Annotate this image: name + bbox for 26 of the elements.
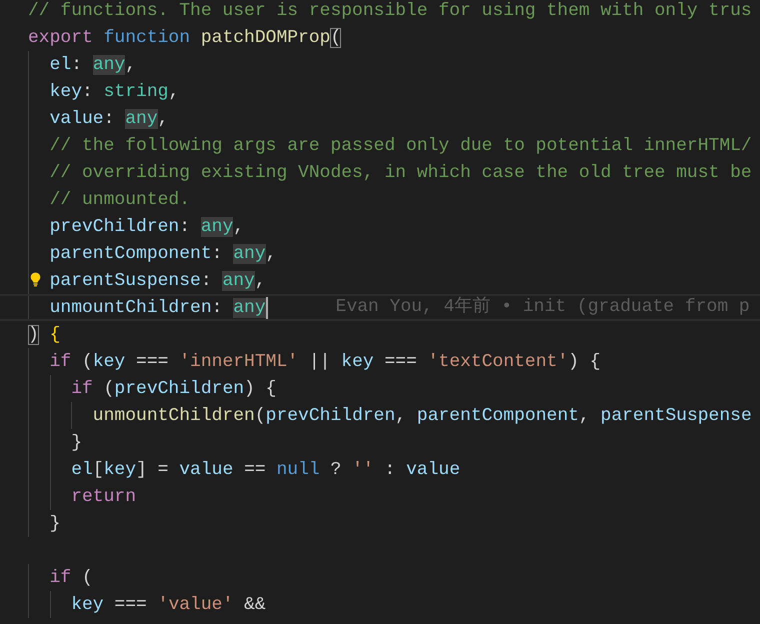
code-line: } (70, 432, 82, 454)
code-line: prevChildren: any, (48, 216, 244, 238)
code-line: el[key] = value == null ? '' : value (70, 458, 460, 482)
code-line: el: any, (48, 54, 136, 76)
code-line: if ( (48, 566, 93, 590)
code-line: // unmounted. (48, 188, 190, 212)
code-line: } (48, 512, 60, 536)
lightbulb-icon[interactable] (30, 272, 41, 287)
code-line: unmountChildren(prevChildren, parentComponent, parentSuspense (92, 404, 752, 428)
text-cursor (266, 296, 268, 318)
blame-annotation: Evan You, 4年前 • init (graduate from p (336, 296, 750, 319)
code-line: parentComponent: any, (48, 242, 276, 266)
code-line: ) { (28, 324, 60, 346)
code-line: unmountChildren: any (48, 296, 266, 320)
code-line: value: any, (48, 108, 168, 130)
code-line: key: string, (48, 80, 180, 104)
code-line: // functions. The user is responsible for using them with only trus (28, 0, 752, 22)
code-line: parentSuspense: any, (48, 270, 266, 292)
code-line: if (prevChildren) { (70, 378, 276, 400)
code-line: if (key === 'innerHTML' || key === 'textContent') { (48, 350, 601, 374)
code-line: export function patchDOMProp( (28, 26, 342, 50)
code-line: // overriding existing VNodes, in which case the old tree must be (48, 162, 752, 184)
code-line: key === 'value' && (70, 594, 266, 616)
code-line: // the following args are passed only due to potential innerHTML/ (48, 134, 752, 158)
code-editor[interactable] (0, 0, 760, 621)
code-line: return (70, 486, 136, 508)
